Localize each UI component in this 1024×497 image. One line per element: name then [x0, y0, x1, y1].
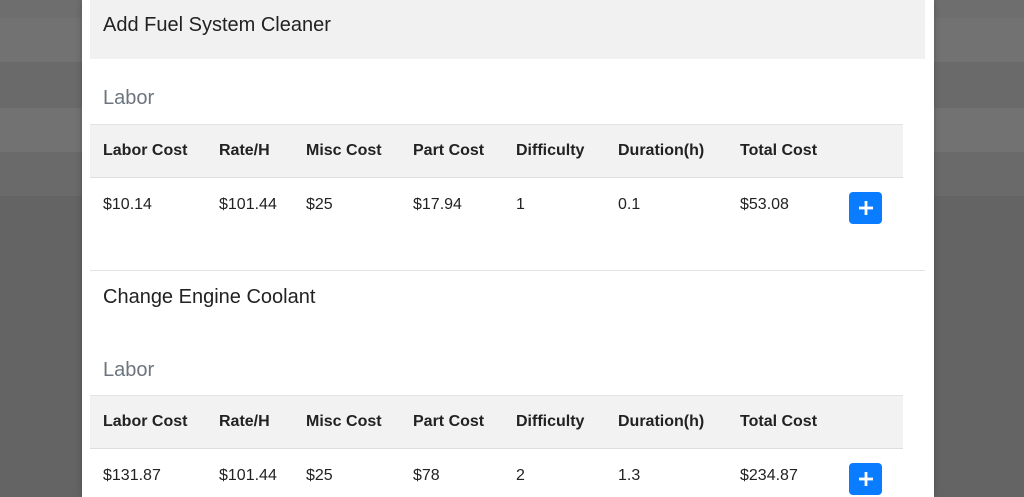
modal-title: Add Fuel System Cleaner [103, 14, 331, 36]
labor-subheading: Labor [103, 87, 155, 109]
misc-cost-value: $25 [306, 467, 333, 484]
table-row: $131.87 $101.44 $25 $78 2 1.3 $234.87 [90, 449, 903, 497]
modal-header: Add Fuel System Cleaner [90, 0, 925, 59]
duration-value: 1.3 [618, 467, 641, 484]
labor-cost-value: $10.14 [103, 196, 152, 213]
column-header-duration: Duration(h) [618, 413, 705, 430]
rate-value: $101.44 [219, 467, 277, 484]
column-header-labor-cost: Labor Cost [103, 413, 188, 430]
column-header-total-cost: Total Cost [740, 142, 818, 159]
table-row: $10.14 $101.44 $25 $17.94 1 0.1 $53.08 [90, 178, 903, 232]
plus-icon [858, 472, 873, 486]
part-cost-value: $78 [413, 467, 440, 484]
rate-value: $101.44 [219, 196, 277, 213]
column-header-part-cost: Part Cost [413, 142, 485, 159]
table-header: Labor Cost Rate/H Misc Cost Part Cost Di… [90, 124, 903, 178]
section-divider [90, 270, 925, 271]
column-header-rate: Rate/H [219, 413, 270, 430]
add-labor-button[interactable] [849, 463, 882, 495]
labor-subheading: Labor [103, 359, 155, 381]
labor-table: Labor Cost Rate/H Misc Cost Part Cost Di… [90, 395, 903, 497]
column-header-difficulty: Difficulty [516, 142, 585, 159]
service-modal: Add Fuel System Cleaner Labor Labor Cost… [82, 0, 934, 497]
misc-cost-value: $25 [306, 196, 333, 213]
column-header-duration: Duration(h) [618, 142, 705, 159]
column-header-misc-cost: Misc Cost [306, 413, 382, 430]
duration-value: 0.1 [618, 196, 641, 213]
column-header-rate: Rate/H [219, 142, 270, 159]
total-cost-value: $53.08 [740, 196, 789, 213]
column-header-difficulty: Difficulty [516, 413, 585, 430]
difficulty-value: 2 [516, 467, 525, 484]
add-labor-button[interactable] [849, 192, 882, 224]
service-title: Change Engine Coolant [103, 286, 316, 308]
difficulty-value: 1 [516, 196, 525, 213]
column-header-total-cost: Total Cost [740, 413, 818, 430]
labor-table: Labor Cost Rate/H Misc Cost Part Cost Di… [90, 124, 903, 232]
table-header: Labor Cost Rate/H Misc Cost Part Cost Di… [90, 395, 903, 449]
column-header-part-cost: Part Cost [413, 413, 485, 430]
column-header-labor-cost: Labor Cost [103, 142, 188, 159]
total-cost-value: $234.87 [740, 467, 798, 484]
part-cost-value: $17.94 [413, 196, 462, 213]
column-header-misc-cost: Misc Cost [306, 142, 382, 159]
plus-icon [858, 201, 873, 215]
labor-cost-value: $131.87 [103, 467, 161, 484]
